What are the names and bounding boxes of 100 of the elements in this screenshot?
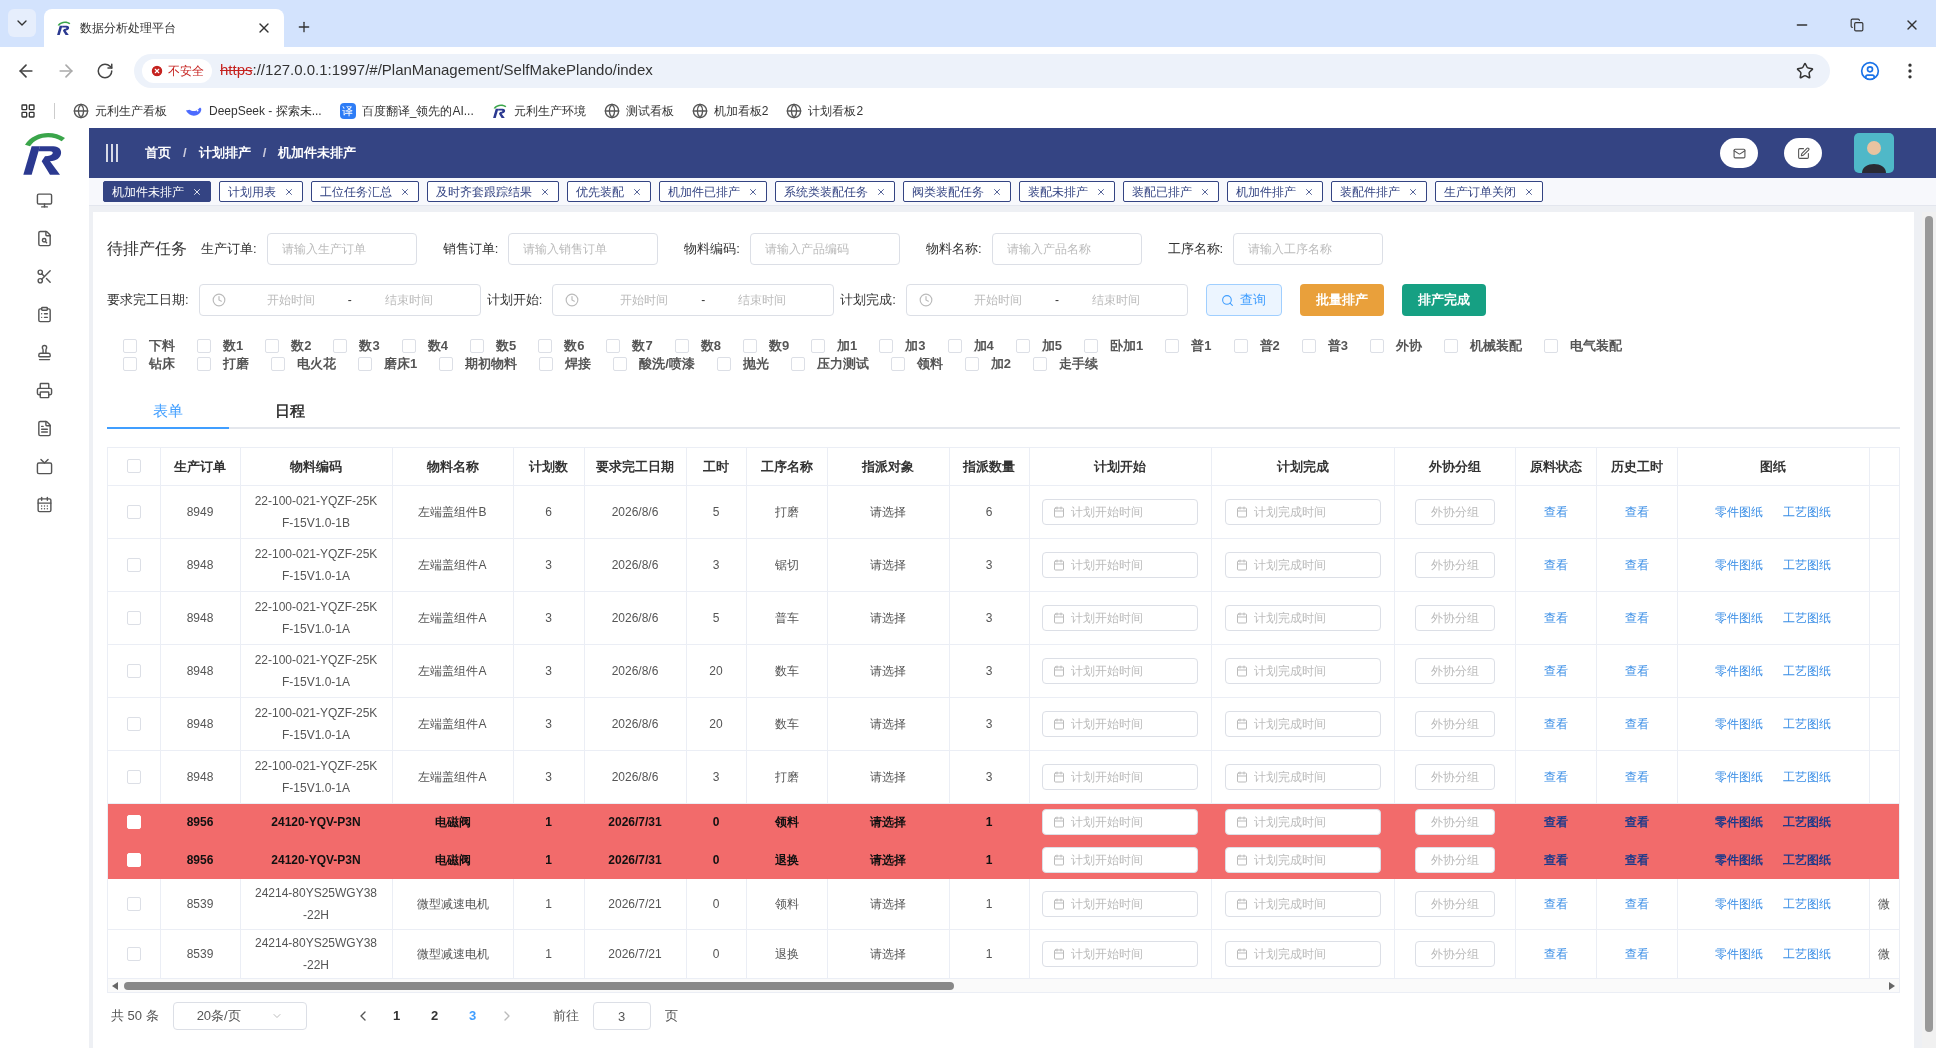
checkbox-label[interactable]: 普1: [1191, 336, 1212, 356]
checkbox-label[interactable]: 酸洗/喷漆: [639, 354, 695, 374]
drawing-link[interactable]: 零件图纸: [1715, 608, 1763, 627]
drawing-link[interactable]: 工艺图纸: [1783, 555, 1831, 574]
view-link[interactable]: 查看: [1543, 769, 1568, 784]
page-tag[interactable]: 工位任务汇总: [311, 181, 419, 202]
close-icon[interactable]: [1408, 186, 1418, 197]
checkbox[interactable]: [271, 357, 285, 371]
page-tag[interactable]: 装配已排产: [1123, 181, 1219, 202]
document-icon[interactable]: [36, 420, 53, 437]
close-icon[interactable]: [632, 186, 642, 197]
drawing-link[interactable]: 零件图纸: [1715, 502, 1763, 521]
checkbox[interactable]: [123, 339, 137, 353]
checkbox[interactable]: [126, 557, 141, 572]
checkbox[interactable]: [947, 339, 962, 353]
checkbox-label[interactable]: 数7: [632, 336, 653, 356]
page-tag[interactable]: 机加件已排产: [659, 181, 767, 202]
view-tab[interactable]: 日程: [229, 395, 351, 429]
table-row[interactable]: 8956 24120-YQV-P3N 电磁阀 1 2026/7/31 0 退换 请选择 1 计划开始时间 计划完成时间 外协分组 查看 查看 零件图纸 工艺图纸: [108, 841, 1899, 879]
checkbox-label[interactable]: 加2: [990, 354, 1012, 374]
checkbox[interactable]: [333, 339, 348, 353]
close-icon[interactable]: [748, 186, 758, 197]
bookmark-link[interactable]: 机加看板2: [713, 102, 769, 120]
checkbox[interactable]: [401, 339, 416, 353]
checkbox[interactable]: [1033, 357, 1048, 371]
reload-icon[interactable]: [96, 61, 114, 80]
checkbox[interactable]: [1544, 339, 1558, 353]
checkbox-label[interactable]: 数4: [427, 336, 448, 356]
table-row[interactable]: 8949 22-100-021-YQZF-25KF-15V1.0-1B 左端盖组件B 6 2026/8/6 5 打磨 请选择 6 计划开始时间 计划完成时间 外协分组 查看 查看 零件图纸 工艺图纸: [108, 485, 1899, 538]
security-chip[interactable]: 不安全: [142, 58, 212, 83]
checkbox[interactable]: [890, 357, 905, 371]
address-bar[interactable]: 不安全 https://127.0.0.1:1997/#/PlanManagement/SelfMakePlando/index: [134, 53, 1830, 88]
checkbox-label[interactable]: 抛光: [742, 354, 769, 374]
checkbox-label[interactable]: 卧加1: [1110, 336, 1144, 356]
page-tag[interactable]: 机加件未排产: [103, 181, 211, 202]
checkbox[interactable]: [126, 769, 141, 784]
text-field[interactable]: 请输入销售订单: [508, 233, 659, 265]
checkbox-label[interactable]: 外协: [1396, 336, 1422, 356]
breadcrumb-item[interactable]: 首页: [145, 143, 171, 163]
checkbox[interactable]: [811, 339, 826, 353]
drawing-link[interactable]: 工艺图纸: [1783, 714, 1831, 733]
checkbox[interactable]: [126, 947, 141, 961]
monitor-icon[interactable]: [36, 192, 53, 209]
checkbox-label[interactable]: 下料: [149, 336, 175, 356]
checkbox[interactable]: [126, 716, 141, 731]
checkbox-label[interactable]: 电气装配: [1570, 336, 1622, 356]
bookmark-link[interactable]: 元利生产环境: [513, 102, 586, 120]
page-tag[interactable]: 机加件排产: [1227, 181, 1323, 202]
bookmark-link[interactable]: DeepSeek - 探索未...: [209, 102, 322, 120]
checkbox[interactable]: [265, 339, 280, 353]
page-tag[interactable]: 优先装配: [567, 181, 651, 202]
view-link[interactable]: 查看: [1624, 947, 1649, 961]
close-icon[interactable]: [192, 186, 202, 197]
drawing-link[interactable]: 工艺图纸: [1783, 608, 1831, 627]
checkbox-label[interactable]: 磨床1: [384, 354, 418, 374]
stamp-icon[interactable]: [36, 344, 53, 361]
bookmark-star-icon[interactable]: [1796, 61, 1814, 80]
checkbox-label[interactable]: 加4: [973, 336, 994, 356]
close-icon[interactable]: [1200, 186, 1210, 197]
page-number[interactable]: 2: [422, 1006, 447, 1026]
checkbox[interactable]: [126, 459, 141, 474]
view-link[interactable]: 查看: [1543, 663, 1568, 678]
table-row[interactable]: 8948 22-100-021-YQZF-25KF-15V1.0-1A 左端盖组件A 3 2026/8/6 20 数车 请选择 3 计划开始时间 计划完成时间 外协分组 查看 查看 零件图纸 工艺图纸: [108, 697, 1899, 750]
checkbox-label[interactable]: 加1: [837, 336, 858, 356]
checkbox[interactable]: [879, 339, 894, 353]
file-search-icon[interactable]: [36, 230, 53, 247]
drawing-link[interactable]: 零件图纸: [1715, 894, 1763, 913]
checkbox[interactable]: [126, 896, 141, 911]
close-icon[interactable]: [284, 186, 294, 197]
checkbox-label[interactable]: 数5: [495, 336, 517, 356]
view-link[interactable]: 查看: [1543, 815, 1568, 830]
close-icon[interactable]: [1096, 186, 1106, 197]
text-field[interactable]: 请输入工序名称: [1233, 233, 1384, 265]
checkbox[interactable]: [1444, 339, 1458, 353]
view-link[interactable]: 查看: [1624, 663, 1649, 678]
view-link[interactable]: 查看: [1624, 896, 1649, 911]
screen-icon[interactable]: [36, 458, 53, 475]
checkbox[interactable]: [126, 663, 141, 678]
checkbox[interactable]: [439, 357, 454, 371]
browser-tab[interactable]: 数据分析处理平台: [44, 9, 284, 47]
page-tag[interactable]: 阀类装配任务: [903, 181, 1011, 202]
text-field[interactable]: 请输入生产订单: [266, 233, 417, 265]
text-field[interactable]: 请输入产品编码: [749, 233, 900, 265]
view-link[interactable]: 查看: [1624, 557, 1649, 572]
bookmark-link[interactable]: 测试看板: [625, 102, 674, 120]
restore-icon[interactable]: [1850, 18, 1864, 32]
avatar[interactable]: [1854, 133, 1894, 173]
table-row[interactable]: 8948 22-100-021-YQZF-25KF-15V1.0-1A 左端盖组件A 3 2026/8/6 3 锯切 请选择 3 计划开始时间 计划完成时间 外协分组 查看 查看 零件图纸 工艺图纸: [108, 538, 1899, 591]
view-link[interactable]: 查看: [1543, 853, 1568, 867]
checkbox-label[interactable]: 数6: [564, 336, 585, 356]
bookmark-link[interactable]: 百度翻译_领先的AI...: [361, 102, 474, 120]
page-tag[interactable]: 及时齐套跟踪结果: [427, 181, 559, 202]
page-size-select[interactable]: 20条/页: [172, 1002, 307, 1030]
drawing-link[interactable]: 工艺图纸: [1783, 767, 1831, 786]
view-link[interactable]: 查看: [1543, 557, 1568, 572]
scissors-icon[interactable]: [36, 268, 53, 285]
page-tag[interactable]: 装配件排产: [1331, 181, 1427, 202]
close-icon[interactable]: [1304, 186, 1314, 197]
view-link[interactable]: 查看: [1543, 947, 1568, 961]
checkbox[interactable]: [126, 610, 141, 625]
